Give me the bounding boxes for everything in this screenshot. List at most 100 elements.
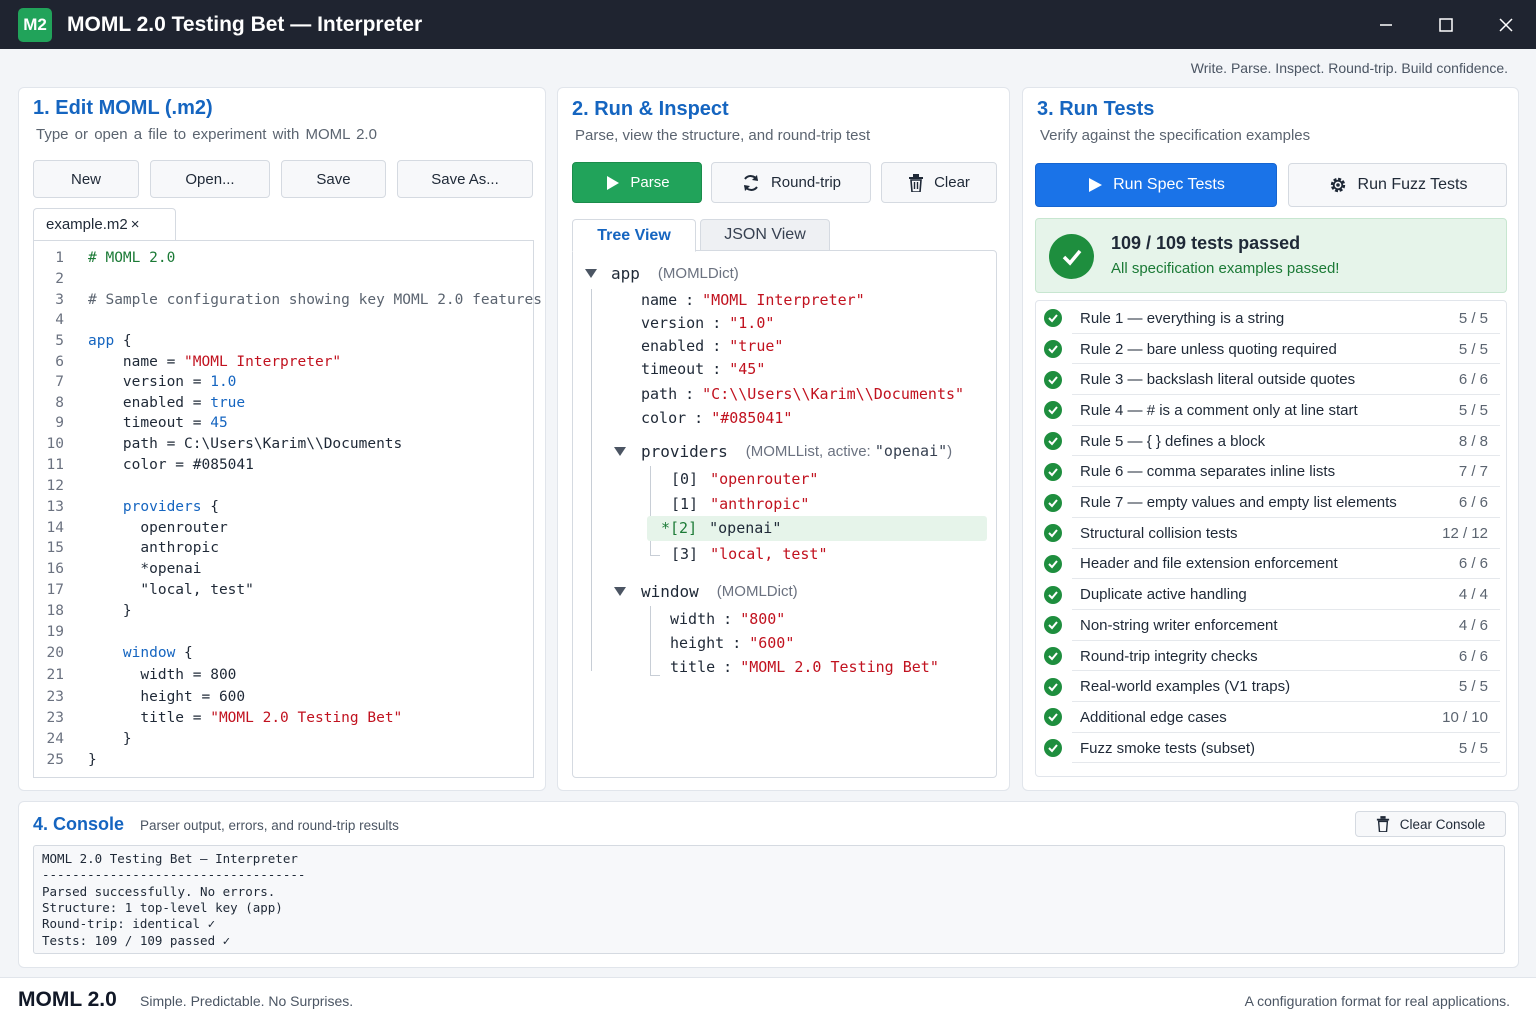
file-tab[interactable]: example.m2 ×	[33, 208, 176, 240]
open-button[interactable]: Open...	[150, 160, 270, 198]
tree-node-provider-0[interactable]: [0] "openrouter"	[671, 468, 818, 490]
code-line[interactable]: 10 path = C:\Users\Karim\\Documents	[34, 433, 533, 454]
code-line[interactable]: 9 timeout = 45	[34, 412, 533, 433]
tree-node-provider-2-active[interactable]: *[2] "openai"	[661, 517, 781, 539]
code-text: name = "MOML Interpreter"	[88, 353, 342, 370]
code-editor[interactable]: 1 # MOML 2.0 2 3 # Sample configuration show…	[33, 240, 542, 778]
line-number: 1	[55, 249, 64, 266]
tree-guide	[650, 555, 660, 556]
code-line[interactable]: 5 app {	[34, 330, 533, 351]
file-tab-close-icon[interactable]: ×	[131, 216, 140, 233]
test-row[interactable]: Rule 7 — empty values and empty list ele…	[1036, 487, 1506, 518]
run-fuzz-tests-label: Run Fuzz Tests	[1357, 176, 1468, 193]
code-line[interactable]: 1 # MOML 2.0	[34, 247, 533, 268]
parse-button[interactable]: Parse	[572, 162, 702, 203]
tree-node-height[interactable]: height: "600"	[670, 632, 794, 654]
save-button[interactable]: Save	[281, 160, 386, 198]
test-name: Duplicate active handling	[1080, 586, 1247, 604]
test-row[interactable]: Rule 6 — comma separates inline lists 7 /…	[1036, 457, 1506, 488]
test-row[interactable]: Structural collision tests 12 / 12	[1036, 518, 1506, 549]
test-row[interactable]: Additional edge cases 10 / 10	[1036, 702, 1506, 733]
test-name: Rule 7 — empty values and empty list ele…	[1080, 494, 1397, 512]
round-trip-button-label: Round-trip	[770, 174, 842, 191]
code-line[interactable]: 12	[34, 475, 533, 496]
code-line[interactable]: 21 width = 800	[34, 664, 533, 685]
code-text: app {	[88, 332, 132, 349]
maximize-button[interactable]	[1416, 0, 1476, 49]
test-row[interactable]: Round-trip integrity checks 6 / 6	[1036, 641, 1506, 672]
test-row[interactable]: Header and file extension enforcement 6 /…	[1036, 549, 1506, 580]
code-line[interactable]: 25}	[34, 749, 533, 770]
minimize-button[interactable]	[1356, 0, 1416, 49]
test-row[interactable]: Real-world examples (V1 traps) 5 / 5	[1036, 671, 1506, 703]
minimize-icon	[1380, 23, 1392, 26]
tree-type: (MOMLList, active:	[745, 442, 875, 460]
tree-node-window[interactable]: window (MOMLDict)	[641, 580, 798, 602]
code-line[interactable]: 15 anthropic	[34, 537, 533, 558]
code-line[interactable]: 16 *openai	[34, 558, 533, 579]
run-spec-tests-button[interactable]: Run Spec Tests	[1035, 163, 1277, 207]
tree-node-version[interactable]: version: "1.0"	[641, 312, 774, 334]
line-number: 24	[46, 730, 64, 747]
tree-node-enabled[interactable]: enabled: "true"	[641, 335, 783, 357]
tab-tree-view[interactable]: Tree View	[572, 219, 696, 252]
code-line[interactable]: 3 # Sample configuration showing key MOML…	[34, 289, 542, 310]
test-row[interactable]: Fuzz smoke tests (subset) 5 / 5	[1036, 733, 1506, 764]
tree-node-app[interactable]: app (MOMLDict)	[611, 262, 739, 284]
test-row[interactable]: Duplicate active handling 4 / 4	[1036, 579, 1506, 610]
code-line[interactable]: 24 }	[34, 728, 533, 749]
code-line[interactable]: 23 title = "MOML 2.0 Testing Bet"	[34, 707, 533, 728]
clear-console-button[interactable]: Clear Console	[1355, 811, 1506, 837]
test-row[interactable]: Rule 2 — bare unless quoting required 5 /…	[1036, 334, 1506, 365]
code-line[interactable]: 2	[34, 268, 533, 289]
tree-node-provider-3[interactable]: [3] "local, test"	[671, 543, 828, 565]
code-line[interactable]: 6 name = "MOML Interpreter"	[34, 351, 533, 372]
test-row[interactable]: Rule 3 — backslash literal outside quote…	[1036, 364, 1506, 396]
save-as-button[interactable]: Save As...	[397, 160, 533, 198]
tree-node-color[interactable]: color: "#085041"	[641, 407, 792, 429]
collapse-app-icon[interactable]	[585, 269, 597, 278]
tree-value: "#085041"	[711, 409, 793, 427]
code-line[interactable]: 7 version = 1.0	[34, 371, 533, 392]
tree-value: "local, test"	[710, 545, 828, 563]
refresh-icon	[743, 174, 758, 191]
tree-node-path[interactable]: path: "C:\\Users\\Karim\\Documents"	[641, 383, 964, 405]
check-circle-icon	[1044, 708, 1062, 727]
code-text: openrouter	[88, 519, 228, 536]
clear-button[interactable]: Clear	[881, 162, 997, 203]
close-button[interactable]	[1476, 0, 1536, 49]
test-row[interactable]: Rule 1 — everything is a string 5 / 5	[1036, 303, 1506, 334]
code-line[interactable]: 17 "local, test"	[34, 579, 533, 600]
code-line[interactable]: 18 }	[34, 600, 533, 621]
test-row[interactable]: Non-string writer enforcement 4 / 6	[1036, 610, 1506, 641]
code-text: }	[88, 730, 132, 747]
check-circle-icon	[1049, 234, 1094, 279]
line-number: 21	[46, 666, 64, 683]
code-line[interactable]: 20 window {	[34, 642, 533, 663]
code-line[interactable]: 13 providers {	[34, 496, 533, 517]
tree-node-name[interactable]: name: "MOML Interpreter"	[641, 289, 865, 311]
tree-guide	[650, 606, 651, 676]
test-count: 5 / 5	[1458, 678, 1488, 696]
tab-json-view[interactable]: JSON View	[700, 219, 830, 251]
tree-node-title[interactable]: title: "MOML 2.0 Testing Bet"	[670, 656, 939, 678]
round-trip-button[interactable]: Round-trip	[711, 162, 871, 203]
test-row[interactable]: Rule 5 — { } defines a block 8 / 8	[1036, 426, 1506, 457]
test-row[interactable]: Rule 4 — # is a comment only at line sta…	[1036, 395, 1506, 426]
collapse-window-icon[interactable]	[614, 587, 626, 596]
code-line[interactable]: 11 color = #085041	[34, 454, 533, 475]
new-button[interactable]: New	[33, 160, 139, 198]
collapse-providers-icon[interactable]	[614, 447, 626, 456]
code-line[interactable]: 8 enabled = true	[34, 392, 533, 413]
run-fuzz-tests-button[interactable]: Run Fuzz Tests	[1288, 163, 1507, 207]
tree-value: "openrouter"	[710, 470, 819, 488]
tree-node-timeout[interactable]: timeout: "45"	[641, 358, 765, 380]
code-line[interactable]: 23 height = 600	[34, 686, 533, 707]
tree-node-provider-1[interactable]: [1] "anthropic"	[671, 493, 809, 515]
code-line[interactable]: 4	[34, 309, 533, 330]
check-circle-icon	[1044, 370, 1062, 389]
code-line[interactable]: 19	[34, 621, 533, 642]
tree-node-providers[interactable]: providers (MOMLList, active: "openai" )	[641, 440, 952, 462]
code-line[interactable]: 14 openrouter	[34, 517, 533, 538]
tree-node-width[interactable]: width: "800"	[670, 608, 785, 630]
